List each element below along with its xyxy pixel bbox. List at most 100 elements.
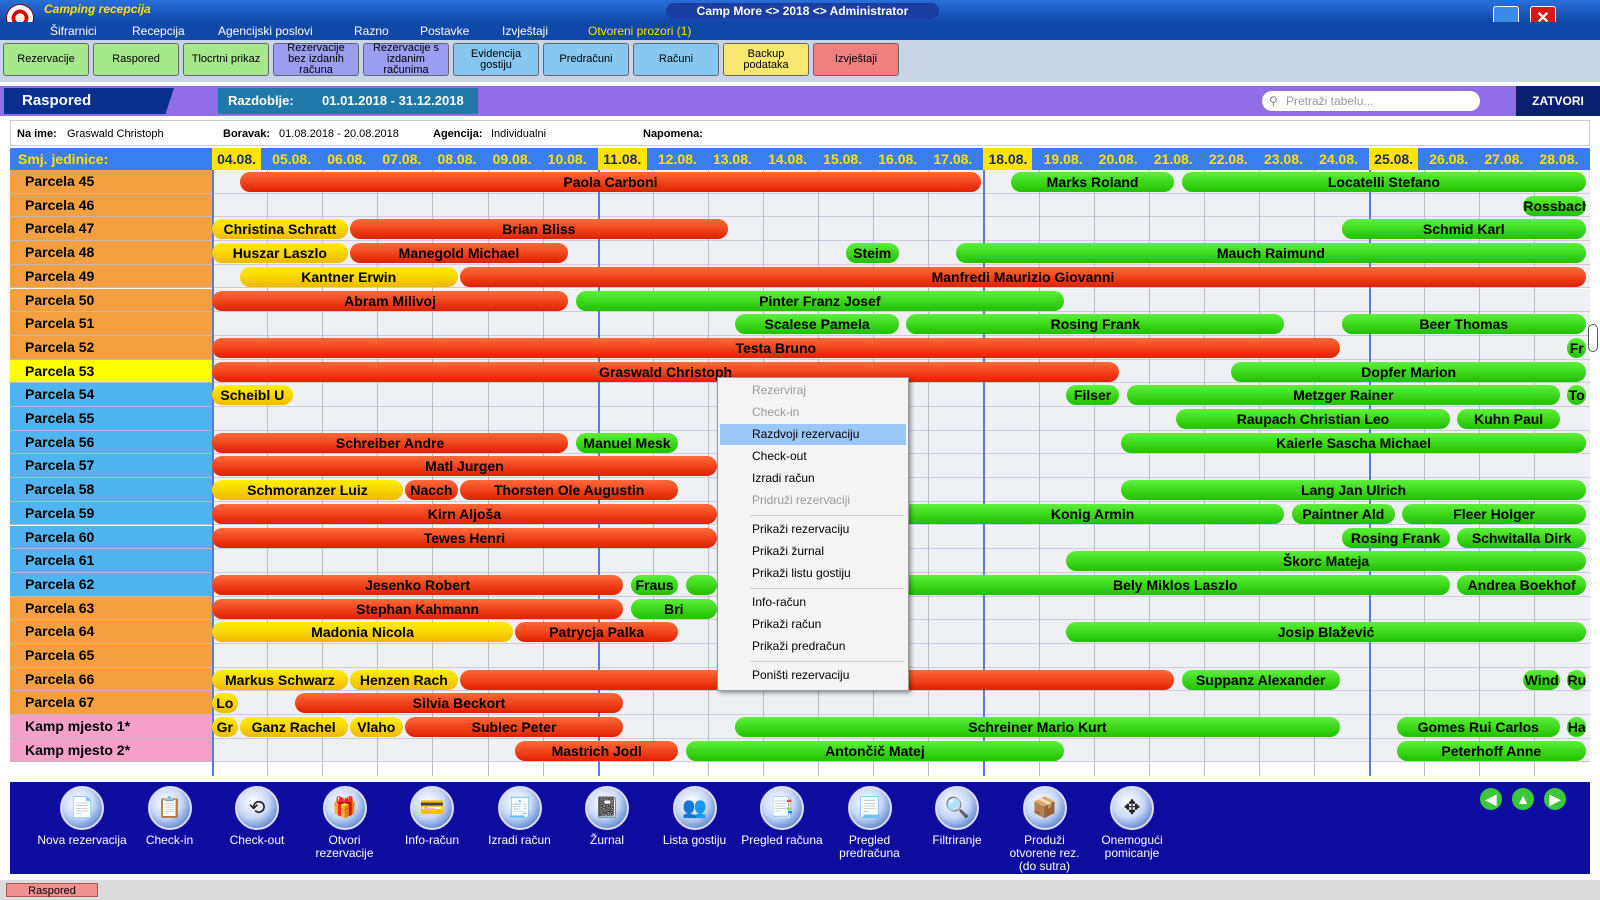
reservation-bar[interactable]: Wind xyxy=(1523,669,1560,690)
reservation-bar[interactable]: Filser xyxy=(1066,385,1120,406)
reservation-bar[interactable]: Mastrich Jodl xyxy=(515,740,679,761)
context-item-4[interactable]: Izradi račun xyxy=(720,468,906,489)
status-tab-raspored[interactable]: Raspored xyxy=(6,883,98,897)
toolbar-button-6[interactable]: Predračuni xyxy=(543,43,629,76)
reservation-bar[interactable]: Henzen Rach xyxy=(349,669,458,690)
reservation-bar[interactable]: Testa Bruno xyxy=(212,337,1340,358)
reservation-bar[interactable]: Brian Bliss xyxy=(349,219,728,240)
toolbar-button-1[interactable]: Raspored xyxy=(93,43,179,76)
reservation-bar[interactable]: Dopfer Marion xyxy=(1231,361,1586,382)
action-clipboard[interactable]: 📋 Check-in xyxy=(125,786,215,874)
reservation-bar[interactable]: Vlaho xyxy=(349,717,403,738)
reservation-bar[interactable]: Lang Jan Ulrich xyxy=(1121,480,1586,501)
reservation-bar[interactable]: Kaierle Sascha Michael xyxy=(1121,432,1586,453)
toolbar-button-4[interactable]: Rezervacije s izdanim računima xyxy=(363,43,449,76)
unit-label[interactable]: Parcela 47 xyxy=(10,217,212,242)
context-item-15[interactable]: Poništi rezervaciju xyxy=(720,665,906,686)
menu-item-1[interactable]: Recepcija xyxy=(132,24,185,38)
menu-item-4[interactable]: Postavke xyxy=(420,24,469,38)
reservation-bar[interactable]: Beer Thomas xyxy=(1341,314,1586,335)
reservation-bar[interactable]: Suppanz Alexander xyxy=(1181,669,1340,690)
reservation-bar[interactable]: Manfredi Maurizio Giovanni xyxy=(459,266,1586,287)
reservation-bar[interactable]: Fr xyxy=(1567,337,1586,358)
toolbar-button-8[interactable]: Backup podataka xyxy=(723,43,809,76)
menu-item-6[interactable]: Otvoreni prozori (1) xyxy=(588,24,691,38)
reservation-bar[interactable]: Gr xyxy=(212,717,238,738)
reservation-bar[interactable]: Matl Jurgen xyxy=(212,456,717,477)
action-filter[interactable]: 🔍 Filtriranje xyxy=(912,786,1002,874)
unit-label[interactable]: Parcela 55 xyxy=(10,407,212,431)
context-item-3[interactable]: Check-out xyxy=(720,446,906,467)
reservation-bar[interactable]: Ha xyxy=(1567,717,1586,738)
reservation-bar[interactable]: Rossbach xyxy=(1523,195,1586,216)
reservation-bar[interactable]: Nacch xyxy=(404,480,458,501)
unit-label[interactable]: Parcela 58 xyxy=(10,478,212,502)
vertical-scrollbar[interactable] xyxy=(1588,324,1598,352)
unit-label[interactable]: Parcela 50 xyxy=(10,288,212,313)
reservation-bar[interactable]: Konig Armin xyxy=(900,503,1285,524)
unit-label[interactable]: Parcela 49 xyxy=(10,264,212,289)
context-item-13[interactable]: Prikaži predračun xyxy=(720,636,906,657)
reservation-bar[interactable]: Schreiner Mario Kurt xyxy=(735,717,1340,738)
action-extend[interactable]: 📦 Produži otvorene rez. (do sutra) xyxy=(1000,786,1090,874)
reservation-bar[interactable]: Kirn Aljoša xyxy=(212,503,717,524)
reservation-bar[interactable]: Paintner Ald xyxy=(1291,503,1395,524)
context-item-12[interactable]: Prikaži račun xyxy=(720,614,906,635)
reservation-bar[interactable]: Paola Carboni xyxy=(239,172,982,192)
reservation-bar[interactable]: Fraus xyxy=(630,574,679,595)
reservation-bar[interactable]: Lo xyxy=(212,693,238,714)
reservation-bar[interactable]: Pinter Franz Josef xyxy=(575,290,1065,311)
action-card[interactable]: 💳 Info-račun xyxy=(387,786,477,874)
up-arrow-button[interactable]: ▲ xyxy=(1512,788,1534,810)
reservation-bar[interactable]: Tewes Henri xyxy=(212,527,717,548)
menu-item-3[interactable]: Razno xyxy=(354,24,389,38)
reservation-bar[interactable]: Ganz Rachel xyxy=(239,717,348,738)
reservation-bar[interactable]: Josip Blažević xyxy=(1066,622,1586,643)
unit-label[interactable]: Parcela 64 xyxy=(10,620,212,644)
unit-label[interactable]: Parcela 45 xyxy=(10,170,212,194)
reservation-bar[interactable]: Škorc Mateja xyxy=(1066,551,1586,572)
reservation-bar[interactable]: Stephan Kahmann xyxy=(212,598,624,619)
reservation-bar[interactable]: Bri xyxy=(630,598,717,619)
reservation-bar[interactable]: Locatelli Stefano xyxy=(1181,172,1586,192)
reservation-bar[interactable]: Peterhoff Anne xyxy=(1396,740,1586,761)
unit-label[interactable]: Parcela 65 xyxy=(10,644,212,668)
reservation-bar[interactable]: Abram Milivoj xyxy=(212,290,569,311)
reservation-bar[interactable]: Markus Schwarz xyxy=(212,669,348,690)
unit-label[interactable]: Parcela 67 xyxy=(10,691,212,716)
context-item-9[interactable]: Prikaži listu gostiju xyxy=(720,563,906,584)
prev-arrow-button[interactable]: ◀ xyxy=(1480,788,1502,810)
reservation-bar[interactable]: Schmid Karl xyxy=(1341,219,1586,240)
reservation-bar[interactable]: Raupach Christian Leo xyxy=(1176,409,1450,429)
unit-label[interactable]: Parcela 66 xyxy=(10,667,212,692)
reservation-bar[interactable]: Scalese Pamela xyxy=(735,314,899,335)
reservation-bar[interactable]: Mauch Raimund xyxy=(955,243,1586,264)
unit-label[interactable]: Parcela 59 xyxy=(10,501,212,526)
action-gift[interactable]: 🎁 Otvori rezervacije xyxy=(300,786,390,874)
context-item-11[interactable]: Info-račun xyxy=(720,592,906,613)
search-input[interactable]: ⚲ Pretraži tabelu... xyxy=(1262,91,1480,111)
unit-label[interactable]: Parcela 63 xyxy=(10,596,212,621)
action-bills[interactable]: 📑 Pregled računa xyxy=(737,786,827,874)
reservation-bar[interactable]: Rosing Frank xyxy=(1341,527,1450,548)
reservation-bar[interactable]: Metzger Rainer xyxy=(1126,385,1560,406)
unit-label[interactable]: Parcela 51 xyxy=(10,312,212,336)
unit-label[interactable]: Parcela 53 xyxy=(10,359,212,384)
reservation-bar[interactable]: Sublec Peter xyxy=(404,717,624,738)
reservation-bar[interactable]: Bely Miklos Laszlo xyxy=(900,574,1450,595)
context-item-2[interactable]: Razdvoji rezervaciju xyxy=(720,424,906,445)
reservation-bar[interactable]: Ru xyxy=(1567,669,1586,690)
reservation-bar[interactable]: Silvia Beckort xyxy=(294,693,624,714)
reservation-bar[interactable]: Kuhn Paul xyxy=(1457,409,1560,429)
action-exit[interactable]: ⟲ Check-out xyxy=(212,786,302,874)
action-invoice[interactable]: 🧾 Izradi račun xyxy=(475,786,565,874)
unit-label[interactable]: Parcela 54 xyxy=(10,383,212,407)
reservation-bar[interactable]: Marks Roland xyxy=(1010,172,1175,192)
reservation-bar[interactable]: Manegold Michael xyxy=(349,243,569,264)
action-guests[interactable]: 👥 Lista gostiju xyxy=(650,786,740,874)
menu-item-0[interactable]: Šifrarnici xyxy=(50,24,97,38)
reservation-bar[interactable]: Scheibl U xyxy=(212,385,293,406)
toolbar-button-0[interactable]: Rezervacije xyxy=(3,43,89,76)
unit-label[interactable]: Parcela 60 xyxy=(10,525,212,550)
unit-label[interactable]: Parcela 56 xyxy=(10,430,212,455)
